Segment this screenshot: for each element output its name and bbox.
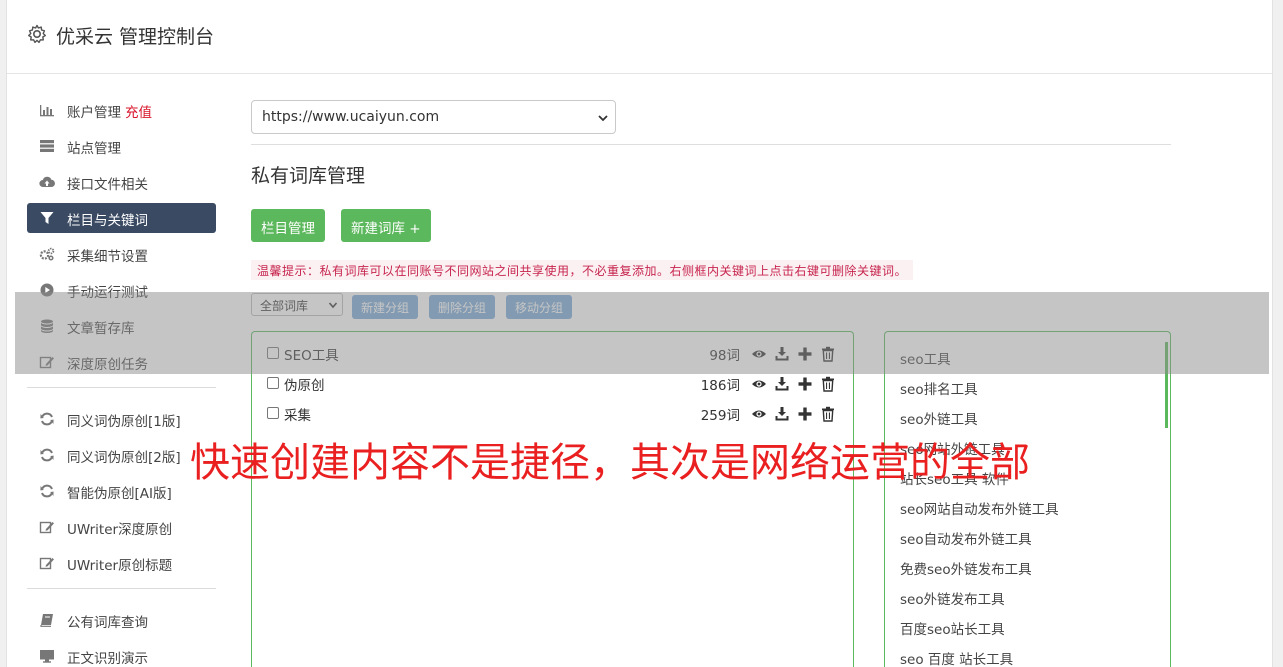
- trash-icon[interactable]: [820, 406, 836, 422]
- refresh-icon: [40, 484, 54, 498]
- sidebar-divider: [27, 387, 216, 388]
- sidebar-item-label: 账户管理: [67, 105, 121, 121]
- keyword-item[interactable]: seo网站自动发布外链工具: [900, 498, 1059, 518]
- sidebar-divider: [27, 588, 216, 589]
- sidebar-item-collect-settings[interactable]: 采集细节设置: [27, 239, 216, 269]
- page-title: 私有词库管理: [251, 165, 366, 187]
- dict-name: 伪原创: [284, 378, 325, 394]
- tip-text: 温馨提示：私有词库可以在同账号不同网站之间共享使用，不必重复添加。右侧框内关键词…: [251, 260, 914, 280]
- site-select-value: https://www.ucaiyun.com: [262, 109, 440, 125]
- sidebar-item-label: UWriter原创标题: [67, 558, 173, 574]
- header: 优采云 管理控制台: [7, 0, 1272, 74]
- dict-name: 采集: [284, 408, 311, 424]
- site-select[interactable]: https://www.ucaiyun.com: [251, 100, 616, 134]
- dict-list-panel: SEO工具 98词 伪原创 186词 采集 259词: [251, 331, 854, 667]
- sidebar-item-label: 正文识别演示: [67, 651, 148, 667]
- sidebar-item-account[interactable]: 账户管理 充值: [27, 95, 216, 125]
- sidebar-item-label: 站点管理: [67, 141, 121, 157]
- dict-checkbox[interactable]: [267, 377, 279, 389]
- sidebar-item-columns-keywords[interactable]: 栏目与关键词: [27, 203, 216, 233]
- chevron-down-icon: [598, 115, 608, 122]
- refresh-icon: [40, 448, 54, 462]
- eye-icon[interactable]: [751, 406, 767, 422]
- sidebar-item-ai-rewrite[interactable]: 智能伪原创[AI版]: [27, 476, 216, 506]
- keyword-item[interactable]: seo外链工具: [900, 408, 978, 428]
- book-icon: [40, 614, 53, 627]
- sidebar-item-label: UWriter深度原创: [67, 522, 173, 538]
- sidebar-item-label: 接口文件相关: [67, 177, 148, 193]
- sidebar: 账户管理充值 站点管理 接口文件相关 栏目与关键词 采集细节设置 手动运行测试 …: [27, 95, 216, 667]
- sidebar-item-label: 智能伪原创[AI版]: [67, 486, 172, 502]
- app-title: 优采云 管理控制台: [56, 26, 215, 48]
- dict-row[interactable]: 伪原创 186词: [267, 373, 837, 395]
- sidebar-item-text-recognition[interactable]: 正文识别演示: [27, 641, 216, 667]
- keyword-item[interactable]: seo外链发布工具: [900, 588, 1005, 608]
- section-divider: [251, 144, 1171, 145]
- keyword-list-panel[interactable]: seo工具 seo排名工具 seo外链工具 seo网站外链工具 站长seo工具 …: [884, 331, 1171, 667]
- caption-overlay-text: 快速创建内容不是捷径，其次是网络运营的全部: [190, 440, 1030, 486]
- sidebar-item-synonym-v2[interactable]: 同义词伪原创[2版]: [27, 440, 216, 470]
- server-icon: [40, 140, 54, 152]
- new-dict-button[interactable]: 新建词库 +: [341, 209, 431, 242]
- sidebar-item-label: 栏目与关键词: [67, 213, 148, 229]
- recharge-link[interactable]: 充值: [125, 105, 152, 121]
- refresh-icon: [40, 412, 54, 426]
- monitor-icon: [40, 650, 54, 663]
- gray-overlay-band: [15, 292, 1269, 374]
- sidebar-item-synonym-v1[interactable]: 同义词伪原创[1版]: [27, 404, 216, 434]
- sidebar-item-public-dict[interactable]: 公有词库查询: [27, 605, 216, 635]
- cogs-icon: [39, 247, 55, 261]
- plus-icon[interactable]: [797, 376, 813, 392]
- column-manage-button[interactable]: 栏目管理: [251, 209, 325, 242]
- dict-checkbox[interactable]: [267, 407, 279, 419]
- dict-row[interactable]: 采集 259词: [267, 403, 837, 425]
- sidebar-item-uwriter-title[interactable]: UWriter原创标题: [27, 548, 216, 578]
- sidebar-item-label: 公有词库查询: [67, 615, 148, 631]
- dict-count: 259词: [700, 408, 740, 424]
- keyword-item[interactable]: seo排名工具: [900, 378, 978, 398]
- gear-icon: [28, 24, 46, 44]
- trash-icon[interactable]: [820, 376, 836, 392]
- edit-icon: [39, 521, 54, 534]
- plus-icon[interactable]: [797, 406, 813, 422]
- sidebar-item-uwriter-deep[interactable]: UWriter深度原创: [27, 512, 216, 542]
- sidebar-item-sites[interactable]: 站点管理: [27, 131, 216, 161]
- keyword-item[interactable]: 免费seo外链发布工具: [900, 558, 1032, 578]
- sidebar-item-label: 采集细节设置: [67, 249, 148, 265]
- download-icon[interactable]: [774, 376, 790, 392]
- keyword-item[interactable]: seo自动发布外链工具: [900, 528, 1032, 548]
- filter-icon: [40, 212, 54, 224]
- keyword-item[interactable]: seo 百度 站长工具: [900, 648, 1013, 667]
- bar-chart-icon: [40, 105, 54, 117]
- edit-icon: [39, 557, 54, 570]
- sidebar-item-label: 同义词伪原创[1版]: [67, 414, 181, 430]
- download-icon[interactable]: [774, 406, 790, 422]
- cloud-upload-icon: [39, 176, 55, 188]
- keyword-item[interactable]: 百度seo站长工具: [900, 618, 1005, 638]
- dict-count: 186词: [700, 378, 740, 394]
- eye-icon[interactable]: [751, 376, 767, 392]
- sidebar-item-label: 同义词伪原创[2版]: [67, 450, 181, 466]
- sidebar-item-api-files[interactable]: 接口文件相关: [27, 167, 216, 197]
